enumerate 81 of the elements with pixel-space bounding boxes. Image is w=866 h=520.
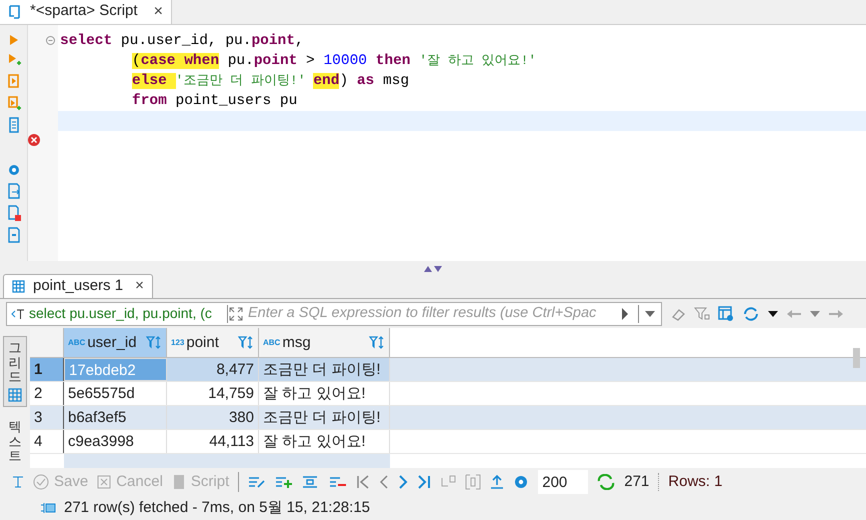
grid-icon <box>12 280 25 293</box>
filter-sort-icon[interactable] <box>369 336 385 350</box>
fetch-status-icon <box>40 501 56 516</box>
back-arrow-icon[interactable] <box>786 308 802 319</box>
explain-plan-icon[interactable] <box>6 117 20 133</box>
table-cell[interactable]: 44,113 <box>167 430 259 454</box>
filter-sort-icon[interactable] <box>146 336 162 350</box>
code-line: (case when pu.point > 10000 then '잘 하고 있어요!' <box>131 52 536 71</box>
edit-row-icon[interactable] <box>248 475 266 490</box>
status-text: 271 row(s) fetched - 7ms, on 5월 15, 21:28:15 <box>64 498 370 518</box>
filter-icon[interactable] <box>694 306 710 321</box>
column-name: msg <box>282 332 312 353</box>
text-view-icon[interactable] <box>12 475 24 490</box>
apply-filter-icon[interactable] <box>620 306 630 321</box>
table-cell[interactable]: 조금만 더 파이팅! <box>259 358 390 382</box>
table-cell[interactable]: c9ea3998 <box>64 430 167 454</box>
table-cell[interactable]: 잘 하고 있어요! <box>259 382 390 406</box>
row-number[interactable]: 1 <box>30 358 64 382</box>
filter-input[interactable]: Enter a SQL expression to filter results (use Ctrl+Spac <box>244 302 620 324</box>
type-label: 123 <box>171 338 184 347</box>
code-line: else '조금만 더 파이팅!' end) as msg <box>131 72 410 91</box>
cross-box-icon <box>97 475 112 490</box>
fold-icon[interactable] <box>46 36 55 45</box>
tab-title: point_users 1 <box>33 276 124 296</box>
variables-icon[interactable] <box>6 227 20 243</box>
check-icon <box>33 474 49 490</box>
editor-tab[interactable]: *<sparta> Script × <box>0 0 172 24</box>
view-tab[interactable]: 그리드 <box>3 336 27 408</box>
row-count: 271 <box>624 472 650 492</box>
column-name: user_id <box>87 332 138 353</box>
delete-row-icon[interactable] <box>329 475 348 490</box>
run-new-tab-icon[interactable] <box>6 53 20 67</box>
execute-script-new-tab-icon[interactable] <box>6 95 20 111</box>
filter-field[interactable]: select pu.user_id, pu.point, (c Enter a SQL expression to filter results (use Ctrl+Spac <box>6 302 662 326</box>
code-line: select pu.user_id, pu.point, <box>59 32 304 51</box>
settings-icon[interactable] <box>6 163 20 177</box>
settings-icon[interactable] <box>513 474 530 490</box>
table-cell[interactable]: 잘 하고 있어요! <box>259 430 390 454</box>
previous-page-icon[interactable] <box>379 474 390 490</box>
table-cell[interactable]: b6af3ef5 <box>64 406 167 430</box>
query-text: select pu.user_id, pu.point, (c <box>29 304 212 324</box>
table-cell[interactable]: 8,477 <box>167 358 259 382</box>
last-page-icon[interactable] <box>417 474 432 490</box>
scrollbar-thumb[interactable] <box>853 348 860 368</box>
execute-script-icon[interactable] <box>6 73 20 89</box>
refresh-icon[interactable] <box>742 306 760 322</box>
table-cell[interactable]: 380 <box>167 406 259 430</box>
export-icon[interactable] <box>6 183 20 199</box>
refresh-count-icon[interactable] <box>597 474 616 490</box>
column-name: point <box>186 332 220 353</box>
sql-icon <box>11 308 25 320</box>
row-number[interactable]: 3 <box>30 406 64 430</box>
forward-arrow-icon[interactable] <box>828 308 844 319</box>
fetch-size-field[interactable]: 200 <box>538 470 588 494</box>
close-icon[interactable]: × <box>154 0 163 24</box>
table-cell[interactable]: 5e65575d <box>64 382 167 406</box>
fetch-all-icon[interactable] <box>465 474 482 490</box>
add-row-icon[interactable] <box>275 475 294 490</box>
grid-icon <box>8 388 22 402</box>
view-tab[interactable]: 텍스트 <box>3 415 27 468</box>
table-cell[interactable]: 14,759 <box>167 382 259 406</box>
collapse-arrows-icon[interactable] <box>423 264 443 272</box>
file-error-icon[interactable] <box>6 205 20 221</box>
type-label: ABC <box>263 338 280 347</box>
row-number[interactable]: 4 <box>30 430 64 454</box>
export-icon[interactable] <box>490 474 504 490</box>
tab-title: *<sparta> Script <box>30 1 138 22</box>
eraser-icon[interactable] <box>670 306 686 321</box>
expand-icon[interactable] <box>228 306 244 322</box>
close-icon[interactable]: × <box>135 274 144 298</box>
row-number[interactable]: 2 <box>30 382 64 406</box>
code-line: from point_users pu <box>131 92 298 111</box>
first-page-icon[interactable] <box>356 474 370 490</box>
rows-label: Rows: 1 <box>668 472 722 492</box>
type-label: ABC <box>68 338 86 347</box>
results-tab[interactable]: point_users 1 × <box>3 274 153 298</box>
table-cell[interactable]: 조금만 더 파이팅! <box>259 406 390 430</box>
filter-sort-icon[interactable] <box>238 336 254 350</box>
table-settings-icon[interactable] <box>718 306 734 322</box>
next-page-icon[interactable] <box>398 474 408 490</box>
caret-icon[interactable] <box>768 310 778 317</box>
